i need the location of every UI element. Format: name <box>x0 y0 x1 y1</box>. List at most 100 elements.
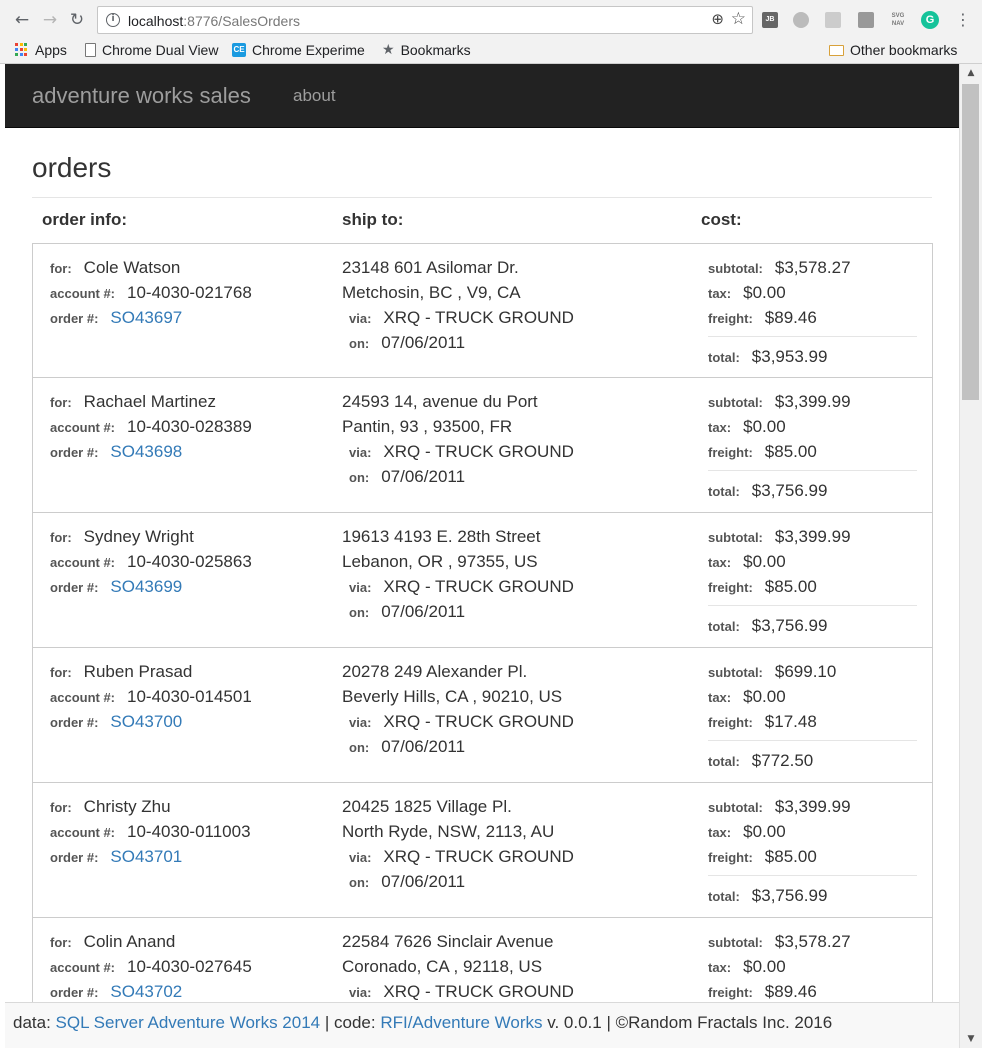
svg-nav-extension-icon[interactable]: SVG NAV <box>888 12 908 28</box>
extension-icon[interactable] <box>858 12 874 28</box>
ship-via-label: via: <box>349 580 372 595</box>
order-account: 10-4030-027645 <box>127 957 252 976</box>
back-button[interactable]: ← <box>11 9 33 31</box>
ship-via: XRQ - TRUCK GROUND <box>383 308 574 327</box>
extension-icon[interactable] <box>793 12 809 28</box>
order-card: for: Sydney Wright account #: 10-4030-02586… <box>32 513 933 648</box>
cost-total-label: total: <box>708 754 740 769</box>
cost-tax: $0.00 <box>743 687 786 706</box>
bookmark-star-icon[interactable]: ☆ <box>731 9 746 29</box>
cost-subtotal-row: subtotal: $3,399.99 <box>708 527 851 547</box>
order-customer-row: for: Colin Anand <box>50 932 175 952</box>
cost-freight-label: freight: <box>708 445 753 460</box>
footer: data: SQL Server Adventure Works 2014 | … <box>5 1002 959 1048</box>
ship-via: XRQ - TRUCK GROUND <box>383 712 574 731</box>
extension-icon[interactable] <box>825 12 841 28</box>
cost-subtotal-label: subtotal: <box>708 530 763 545</box>
cost-freight-row: freight: $85.00 <box>708 577 817 597</box>
cost-tax: $0.00 <box>743 822 786 841</box>
order-customer: Ruben Prasad <box>83 662 193 681</box>
order-number-link[interactable]: SO43697 <box>110 308 182 328</box>
ship-date-label: on: <box>349 605 370 620</box>
footer-text: data: SQL Server Adventure Works 2014 | … <box>13 1013 833 1032</box>
order-account-row: account #: 10-4030-021768 <box>50 283 252 303</box>
nav-about-link[interactable]: about <box>293 86 336 106</box>
ship-address-line1-row: 20425 1825 Village Pl. <box>342 797 512 817</box>
cost-total: $772.50 <box>751 751 814 770</box>
jetbrains-extension-icon[interactable]: JB <box>762 12 778 28</box>
order-account: 10-4030-025863 <box>127 552 252 571</box>
cost-total-row: total: $772.50 <box>708 751 813 771</box>
bookmark-apps[interactable]: Apps <box>15 40 67 60</box>
bookmark-other[interactable]: Other bookmarks <box>829 40 957 60</box>
scrollbar-thumb[interactable] <box>962 84 979 400</box>
order-number-link-label: order #: <box>50 850 99 865</box>
order-number-link-row: order #: SO43697 <box>50 308 182 328</box>
reload-button[interactable]: ↻ <box>66 9 88 31</box>
ship-via-label: via: <box>349 715 372 730</box>
cost-freight: $17.48 <box>764 712 817 731</box>
order-account-row: account #: 10-4030-028389 <box>50 417 252 437</box>
order-number-link-label: order #: <box>50 985 99 1000</box>
scroll-down-arrow-icon[interactable]: ▼ <box>960 1030 982 1048</box>
cost-tax-row: tax: $0.00 <box>708 283 786 303</box>
order-number-link-label: order #: <box>50 580 99 595</box>
cost-tax-label: tax: <box>708 420 732 435</box>
order-number-link-label: order #: <box>50 311 99 326</box>
order-customer-label: for: <box>50 800 72 815</box>
order-customer-row: for: Sydney Wright <box>50 527 194 547</box>
ship-via-label: via: <box>349 445 372 460</box>
order-account-label: account #: <box>50 825 116 840</box>
ship-date-row: on: 07/06/2011 <box>349 467 465 487</box>
order-account-row: account #: 10-4030-025863 <box>50 552 252 572</box>
page-scrollbar[interactable]: ▲ ▼ <box>959 64 982 1048</box>
ship-address-line2: Metchosin, BC , V9, CA <box>342 283 521 302</box>
bookmark-item[interactable]: ★ Bookmarks <box>382 40 471 60</box>
ship-address-line1: 23148 601 Asilomar Dr. <box>342 258 519 277</box>
order-customer-row: for: Rachael Martinez <box>50 392 216 412</box>
forward-button[interactable]: → <box>39 9 61 31</box>
cost-subtotal-row: subtotal: $3,578.27 <box>708 932 851 952</box>
ship-address-line2: Beverly Hills, CA , 90210, US <box>342 687 563 706</box>
brand-link[interactable]: adventure works sales <box>32 83 251 109</box>
cost-tax-row: tax: $0.00 <box>708 687 786 707</box>
order-number-link[interactable]: SO43699 <box>110 577 182 597</box>
footer-data-link[interactable]: SQL Server Adventure Works 2014 <box>56 1013 321 1032</box>
ship-date-row: on: 07/06/2011 <box>349 333 465 353</box>
ship-date: 07/06/2011 <box>381 737 466 756</box>
cost-freight-row: freight: $89.46 <box>708 982 817 1002</box>
grammarly-extension-icon[interactable]: G <box>921 11 939 29</box>
order-number-link-row: order #: SO43701 <box>50 847 182 867</box>
browser-menu-icon[interactable]: ⋮ <box>955 10 971 30</box>
cost-total-row: total: $3,756.99 <box>708 616 827 636</box>
ship-address-line2-row: Beverly Hills, CA , 90210, US <box>342 687 562 707</box>
ce-icon: CE <box>232 43 246 57</box>
folder-icon <box>829 44 844 56</box>
url-text[interactable]: localhost:8776/SalesOrders <box>128 13 300 29</box>
bookmark-item[interactable]: Chrome Dual View <box>85 40 220 60</box>
zoom-icon[interactable]: ⊕ <box>711 10 724 28</box>
order-number-link[interactable]: SO43702 <box>110 982 182 1002</box>
footer-code-link[interactable]: RFI/Adventure Works <box>380 1013 542 1032</box>
ship-address-line1-row: 24593 14, avenue du Port <box>342 392 538 412</box>
ship-via-label: via: <box>349 850 372 865</box>
ship-date: 07/06/2011 <box>381 602 466 621</box>
cost-subtotal-row: subtotal: $699.10 <box>708 662 836 682</box>
cost-freight: $85.00 <box>764 577 817 596</box>
order-number-link[interactable]: SO43700 <box>110 712 182 732</box>
bookmark-item[interactable]: CE Chrome Experime <box>232 40 368 60</box>
order-number-link[interactable]: SO43701 <box>110 847 182 867</box>
order-number-link-row: order #: SO43700 <box>50 712 182 732</box>
cost-freight: $89.46 <box>764 308 817 327</box>
site-info-icon[interactable]: i <box>106 13 120 27</box>
order-account-row: account #: 10-4030-014501 <box>50 687 252 707</box>
ship-date: 07/06/2011 <box>381 872 466 891</box>
cost-subtotal-row: subtotal: $3,399.99 <box>708 392 851 412</box>
cost-total-row: total: $3,953.99 <box>708 347 827 367</box>
order-number-link[interactable]: SO43698 <box>110 442 182 462</box>
scroll-up-arrow-icon[interactable]: ▲ <box>960 64 982 82</box>
cost-total-label: total: <box>708 619 740 634</box>
ship-address-line2: Pantin, 93 , 93500, FR <box>342 417 513 436</box>
ship-via-label: via: <box>349 985 372 1000</box>
address-bar[interactable]: i localhost:8776/SalesOrders ⊕ ☆ <box>97 6 753 34</box>
